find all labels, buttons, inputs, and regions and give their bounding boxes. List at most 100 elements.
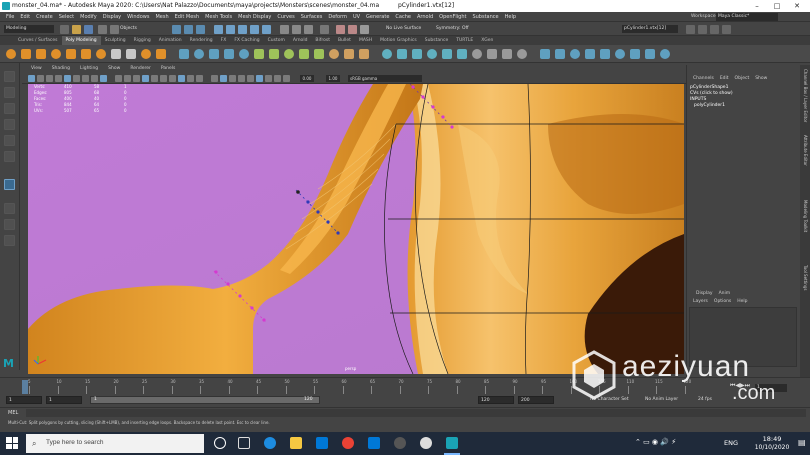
shelf-tool-icon[interactable]: [344, 49, 354, 59]
shelf-tool-icon[interactable]: [36, 49, 46, 59]
channel-box-icon[interactable]: [722, 25, 731, 34]
panel-menu-shading[interactable]: Shading: [47, 65, 75, 73]
side-tab-channel-box-layer-editor[interactable]: Channel Box / Layer Editor: [802, 69, 808, 133]
channel-box-tab-object[interactable]: Object: [732, 76, 753, 81]
menu-generate[interactable]: Generate: [363, 12, 392, 22]
shelf-tool-icon[interactable]: [66, 49, 76, 59]
panel-tool-icon[interactable]: [220, 75, 227, 82]
mel-label[interactable]: MEL: [8, 410, 18, 416]
panel-tool-icon[interactable]: [274, 75, 281, 82]
shelf-tool-icon[interactable]: [269, 49, 279, 59]
shelf-tab-fx-caching[interactable]: FX Caching: [230, 36, 263, 45]
snap-grid-icon[interactable]: [280, 25, 289, 34]
shelf-tool-icon[interactable]: [412, 49, 422, 59]
menu-file[interactable]: File: [3, 12, 17, 22]
menu-select[interactable]: Select: [56, 12, 77, 22]
close-button[interactable]: ✕: [787, 0, 807, 12]
menu-arnold[interactable]: Arnold: [414, 12, 436, 22]
minimize-button[interactable]: –: [747, 0, 767, 12]
shelf-tool-icon[interactable]: [442, 49, 452, 59]
menu-uv[interactable]: UV: [350, 12, 363, 22]
select-hierarchy-icon[interactable]: [172, 25, 181, 34]
shelf-tool-icon[interactable]: [81, 49, 91, 59]
shelf-tab-arnold[interactable]: Arnold: [289, 36, 312, 45]
shelf-tool-icon[interactable]: [555, 49, 565, 59]
cortana-icon[interactable]: [214, 437, 226, 449]
shelf-tool-icon[interactable]: [585, 49, 595, 59]
shelf-tab-turtle[interactable]: TURTLE: [452, 36, 477, 45]
layer-editor-menu-options[interactable]: Options: [711, 299, 734, 304]
playback-end-field[interactable]: 120: [478, 396, 514, 404]
panel-tool-icon[interactable]: [73, 75, 80, 82]
undo-icon[interactable]: [98, 25, 107, 34]
shelf-tool-icon[interactable]: [299, 49, 309, 59]
playback-start-field[interactable]: 1: [46, 396, 82, 404]
menu-surfaces[interactable]: Surfaces: [298, 12, 326, 22]
gamma-field[interactable]: 1.00: [326, 75, 340, 82]
shelf-tool-icon[interactable]: [382, 49, 392, 59]
shelf-tool-icon[interactable]: [239, 49, 249, 59]
current-frame-marker[interactable]: [22, 380, 28, 394]
shelf-tool-icon[interactable]: [502, 49, 512, 59]
panel-tool-icon[interactable]: [283, 75, 290, 82]
menu-create[interactable]: Create: [33, 12, 56, 22]
panel-tool-icon[interactable]: [196, 75, 203, 82]
render-icon[interactable]: [336, 25, 345, 34]
range-bar[interactable]: [90, 396, 320, 404]
paint-select-tool-icon[interactable]: [4, 103, 15, 114]
menu-help[interactable]: Help: [502, 12, 519, 22]
channel-box-tab-show[interactable]: Show: [752, 76, 770, 81]
menu-windows[interactable]: Windows: [124, 12, 152, 22]
shelf-tool-icon[interactable]: [329, 49, 339, 59]
shelf-tool-icon[interactable]: [209, 49, 219, 59]
mel-input[interactable]: [26, 409, 806, 417]
side-tab-tool-settings[interactable]: Tool Settings: [802, 265, 808, 329]
menu-openflight[interactable]: OpenFlight: [436, 12, 469, 22]
shelf-tool-icon[interactable]: [141, 49, 151, 59]
snap-curve-icon[interactable]: [292, 25, 301, 34]
shelf-tool-icon[interactable]: [427, 49, 437, 59]
shelf-tool-icon[interactable]: [284, 49, 294, 59]
panel-menu-panels[interactable]: Panels: [156, 65, 180, 73]
shelf-tool-icon[interactable]: [600, 49, 610, 59]
shelf-tab-sculpting[interactable]: Sculpting: [101, 36, 130, 45]
menu-curves[interactable]: Curves: [274, 12, 297, 22]
shelf-tab-rendering[interactable]: Rendering: [186, 36, 217, 45]
side-tab-modeling-toolkit[interactable]: Modeling Toolkit: [802, 200, 808, 264]
shelf-tool-icon[interactable]: [472, 49, 482, 59]
shelf-tab-substance[interactable]: Substance: [421, 36, 453, 45]
panel-tool-icon[interactable]: [82, 75, 89, 82]
shelf-tool-icon[interactable]: [457, 49, 467, 59]
snap-point-icon[interactable]: [304, 25, 313, 34]
panel-tool-icon[interactable]: [64, 75, 71, 82]
menu-mesh-tools[interactable]: Mesh Tools: [202, 12, 235, 22]
panel-tool-icon[interactable]: [124, 75, 131, 82]
panel-tool-icon[interactable]: [160, 75, 167, 82]
panel-tool-icon[interactable]: [187, 75, 194, 82]
shelf-tool-icon[interactable]: [645, 49, 655, 59]
selection-mode-dropdown[interactable]: Objects: [120, 26, 137, 31]
language-indicator[interactable]: ENG: [724, 439, 738, 447]
modeling-toolkit-icon[interactable]: [686, 25, 695, 34]
layout-outliner-icon[interactable]: [4, 235, 15, 246]
shelf-tool-icon[interactable]: [540, 49, 550, 59]
select-vertex-icon[interactable]: [214, 25, 223, 34]
menu-modify[interactable]: Modify: [77, 12, 100, 22]
shelf-tool-icon[interactable]: [179, 49, 189, 59]
panel-tool-icon[interactable]: [37, 75, 44, 82]
file-explorer-icon[interactable]: [290, 437, 302, 449]
shelf-tab-animation[interactable]: Animation: [155, 36, 186, 45]
shelf-tab-poly-modeling[interactable]: Poly Modeling: [61, 36, 101, 45]
panel-tool-icon[interactable]: [256, 75, 263, 82]
panel-tool-icon[interactable]: [115, 75, 122, 82]
save-scene-icon[interactable]: [84, 25, 93, 34]
notification-icon[interactable]: ▤: [798, 438, 806, 447]
channel-box-tab-channels[interactable]: Channels: [690, 76, 717, 81]
shelf-tool-icon[interactable]: [224, 49, 234, 59]
select-uv-icon[interactable]: [250, 25, 259, 34]
panel-tool-icon[interactable]: [133, 75, 140, 82]
panel-tool-icon[interactable]: [169, 75, 176, 82]
shelf-tool-icon[interactable]: [660, 49, 670, 59]
clock-date[interactable]: 10/10/2020: [750, 444, 794, 451]
app-icon[interactable]: [394, 437, 406, 449]
